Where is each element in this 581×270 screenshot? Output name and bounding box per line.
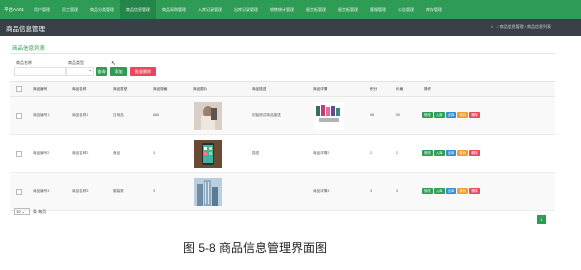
outbound-button[interactable]: 出库 <box>445 112 457 118</box>
outbound-button[interactable]: 出库 <box>445 188 457 194</box>
top-navigation: 平台AA01 用户管理 员工管理 商品分类管理 商品信息管理 商品采购管理 入库… <box>0 0 581 19</box>
search-button[interactable]: 查询 <box>96 67 107 76</box>
nav-item-sales[interactable]: 销售统计管理 <box>264 0 300 19</box>
nav-item-message-2[interactable]: 留言板管理 <box>332 0 364 19</box>
inbound-button[interactable]: 入库 <box>433 112 445 118</box>
nav-item-inbound[interactable]: 入库记录管理 <box>192 0 228 19</box>
figure-caption: 图 5-8 商品信息管理界面图 <box>183 241 328 255</box>
product-points: 3 <box>370 189 372 193</box>
product-detail-image <box>314 102 344 130</box>
nav-item-staff[interactable]: 员工管理 <box>56 0 84 19</box>
page-button-current[interactable]: 1 <box>537 215 546 224</box>
column-header[interactable]: 商品名称 <box>72 87 86 92</box>
table-row: 商品编号2 商品名称2 食品 3 描述 商品详情2 2 2 修改 入库 出库 评… <box>10 135 555 173</box>
column-header[interactable]: 商品类型 <box>113 87 127 92</box>
home-icon[interactable]: ⌂ <box>491 24 493 29</box>
inbound-button[interactable]: 入库 <box>433 150 445 156</box>
nav-item-category[interactable]: 商品分类管理 <box>84 0 120 19</box>
product-price: 3 <box>396 189 398 193</box>
name-filter-input[interactable] <box>14 67 66 76</box>
column-header[interactable]: 价格 <box>396 87 403 92</box>
column-header[interactable]: 商品详情 <box>313 87 327 92</box>
name-filter-label: 商品名称 <box>16 60 32 65</box>
product-code: 商品编号3 <box>33 189 50 193</box>
type-filter-label: 商品类型 <box>68 60 84 65</box>
nav-item-stock[interactable]: 库存管理 <box>420 0 448 19</box>
row-checkbox[interactable] <box>16 189 22 195</box>
edit-button[interactable]: 修改 <box>422 112 433 118</box>
page-title: 商品信息管理 <box>6 26 45 33</box>
nav-item-purchase[interactable]: 商品采购管理 <box>156 0 192 19</box>
column-header[interactable]: 商品规格 <box>153 87 167 92</box>
product-type: 日用品 <box>113 113 124 117</box>
product-spec: 3 <box>153 151 155 155</box>
chevron-down-icon[interactable]: ⌄ <box>88 67 92 73</box>
product-type: 食品 <box>113 151 121 155</box>
breadcrumb-item[interactable]: 商品信息管理 <box>500 24 524 29</box>
column-header[interactable]: 商品编号 <box>33 87 47 92</box>
panel-title: 商品信息列表 <box>12 46 46 52</box>
review-button[interactable]: 评价 <box>457 150 469 156</box>
row-actions: 修改 入库 出库 评价 删除 <box>422 112 480 118</box>
product-image <box>194 102 222 130</box>
nav-item-outbound[interactable]: 出库记录管理 <box>228 0 264 19</box>
product-image <box>194 178 222 206</box>
column-header: 商品图片 <box>193 87 208 91</box>
page-size-select[interactable]: 10 ⌄ <box>14 208 30 215</box>
product-image <box>194 140 222 168</box>
delete-button[interactable]: 删除 <box>469 150 480 156</box>
breadcrumb-item: 商品信息列表 <box>527 24 551 29</box>
row-checkbox[interactable] <box>16 151 22 157</box>
product-type: 服装类 <box>113 189 124 193</box>
product-price: 50 <box>396 113 400 117</box>
review-button[interactable]: 评价 <box>457 188 469 194</box>
product-code: 商品编号2 <box>33 151 50 155</box>
product-name: 商品名称1 <box>72 113 89 117</box>
row-actions: 修改 入库 出库 评价 删除 <box>422 188 480 194</box>
product-description: 描述 <box>252 151 260 155</box>
product-points: 58 <box>370 113 374 117</box>
page-size-label: 条 每页 <box>33 208 47 214</box>
product-detail: 商品详情3 <box>313 189 330 193</box>
product-price: 2 <box>396 151 398 155</box>
mouse-cursor-icon: ↖ <box>111 61 117 67</box>
row-actions: 修改 入库 出库 评价 删除 <box>422 150 480 156</box>
add-button[interactable]: 添加 <box>110 67 127 76</box>
table-header: 商品编号 商品名称 商品类型 商品规格 商品图片 商品描述 商品详情 积分 价格… <box>10 82 555 97</box>
page-header-bar: 商品信息管理 ⌂ / 商品信息管理 / 商品信息列表 <box>0 19 581 36</box>
inbound-button[interactable]: 入库 <box>433 188 445 194</box>
nav-item-service[interactable]: 客服管理 <box>364 0 392 19</box>
nav-item-message[interactable]: 留言板管理 <box>300 0 332 19</box>
review-button[interactable]: 评价 <box>457 112 469 118</box>
nav-item-notice[interactable]: 公告管理 <box>392 0 420 19</box>
product-description: 初始测试商品描述 <box>252 113 281 117</box>
row-checkbox[interactable] <box>16 113 22 119</box>
product-code: 商品编号1 <box>33 113 50 117</box>
page-size-control: 10 ⌄ 条 每页 <box>14 208 46 215</box>
breadcrumb: ⌂ / 商品信息管理 / 商品信息列表 <box>490 24 551 29</box>
brand-title: 平台AA01 <box>4 6 25 12</box>
nav-item-users[interactable]: 用户管理 <box>28 0 56 19</box>
column-header[interactable]: 商品描述 <box>252 87 266 92</box>
product-spec: 685 <box>153 113 159 117</box>
table-row: 商品编号3 商品名称3 服装类 3 商品详情3 3 3 修改 入库 出库 评价 … <box>10 173 555 211</box>
edit-button[interactable]: 修改 <box>422 188 433 194</box>
product-spec: 3 <box>153 189 155 193</box>
nav-item-product-info[interactable]: 商品信息管理 <box>120 0 157 19</box>
edit-button[interactable]: 修改 <box>422 150 433 156</box>
product-name: 商品名称2 <box>72 151 89 155</box>
outbound-button[interactable]: 出库 <box>445 150 457 156</box>
product-detail: 商品详情2 <box>313 151 330 155</box>
column-header[interactable]: 积分 <box>370 87 377 92</box>
delete-button[interactable]: 删除 <box>469 188 480 194</box>
select-all-checkbox[interactable] <box>16 86 22 92</box>
delete-button[interactable]: 删除 <box>469 112 480 118</box>
batch-delete-button[interactable]: 批量删除 <box>130 67 156 76</box>
column-header: 操作 <box>424 87 432 91</box>
product-table: 商品编号 商品名称 商品类型 商品规格 商品图片 商品描述 商品详情 积分 价格… <box>10 81 555 211</box>
table-row: 商品编号1 商品名称1 日用品 685 初始测试商品描述 58 50 修改 入库… <box>10 97 555 135</box>
product-name: 商品名称3 <box>72 189 89 193</box>
divider <box>10 53 555 54</box>
product-points: 2 <box>370 151 372 155</box>
